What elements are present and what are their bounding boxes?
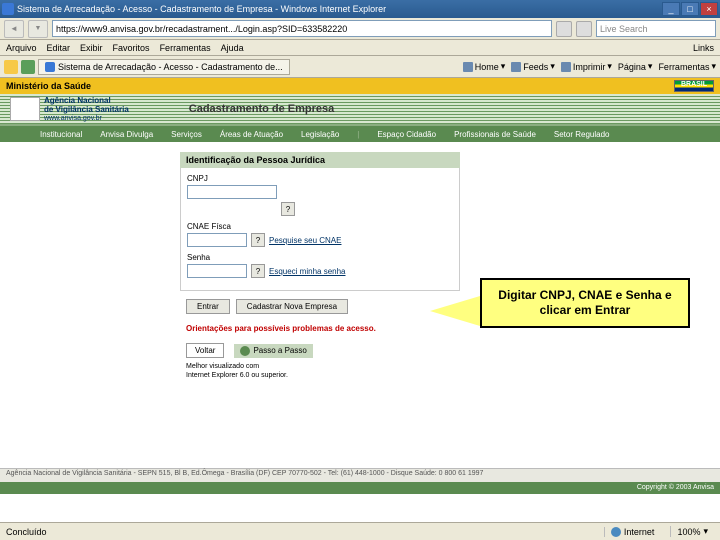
window-title: Sistema de Arrecadação - Acesso - Cadast… <box>17 4 386 14</box>
callout-text: Digitar CNPJ, CNAE e Senha e clicar em E… <box>480 278 690 328</box>
forward-dropdown[interactable] <box>28 20 48 38</box>
login-form: Identificação da Pessoa Jurídica CNPJ ? … <box>180 152 460 380</box>
senha-help-button[interactable]: ? <box>251 264 265 278</box>
arrow-left-icon <box>430 296 480 326</box>
brasil-flag: BRASIL <box>674 80 714 92</box>
address-toolbar: https://www9.anvisa.gov.br/recadastramen… <box>0 18 720 40</box>
site-nav: Institucional Anvisa Divulga Serviços Ár… <box>0 126 720 142</box>
entrar-button[interactable]: Entrar <box>186 299 230 314</box>
nav-legislacao[interactable]: Legislação <box>301 130 339 139</box>
home-icon <box>463 62 473 72</box>
voltar-button[interactable]: Voltar <box>186 343 224 358</box>
nav-areas[interactable]: Áreas de Atuação <box>220 130 283 139</box>
tab-favicon <box>45 62 55 72</box>
cnpj-label: CNPJ <box>187 174 453 183</box>
back-button[interactable] <box>4 20 24 38</box>
ie-icon <box>2 3 14 15</box>
zoom-level[interactable]: 100%▾ <box>670 526 714 537</box>
status-bar: Concluído Internet 100%▾ <box>0 522 720 540</box>
menu-exibir[interactable]: Exibir <box>80 43 103 53</box>
globe-icon <box>611 527 621 537</box>
security-zone: Internet <box>604 527 661 537</box>
close-button[interactable]: × <box>700 2 718 16</box>
access-warning[interactable]: Orientações para possíveis problemas de … <box>186 324 460 333</box>
ministry-header: Ministério da Saúde BRASIL <box>0 78 720 94</box>
nav-cidadao[interactable]: Espaço Cidadão <box>377 130 436 139</box>
page-button[interactable]: Página▾ <box>618 61 653 72</box>
nav-setor[interactable]: Setor Regulado <box>554 130 610 139</box>
tools-button[interactable]: Ferramentas▾ <box>658 61 716 72</box>
cnae-search-link[interactable]: Pesquise seu CNAE <box>269 236 341 245</box>
cnae-label: CNAE Físca <box>187 222 453 231</box>
menu-ajuda[interactable]: Ajuda <box>221 43 244 53</box>
cnae-input[interactable] <box>187 233 247 247</box>
menu-bar: Arquivo Editar Exibir Favoritos Ferramen… <box>0 40 720 56</box>
menu-editar[interactable]: Editar <box>47 43 71 53</box>
senha-input[interactable] <box>187 264 247 278</box>
cnpj-help-button[interactable]: ? <box>281 202 295 216</box>
footer-copyright: Copyright © 2003 Anvisa <box>0 482 720 494</box>
links-label[interactable]: Links <box>693 43 714 53</box>
home-button[interactable]: Home▾ <box>463 61 506 72</box>
browser-tab[interactable]: Sistema de Arrecadação - Acesso - Cadast… <box>38 59 290 75</box>
nav-profissionais[interactable]: Profissionais de Saúde <box>454 130 536 139</box>
print-icon <box>561 62 571 72</box>
tab-bar: Sistema de Arrecadação - Acesso - Cadast… <box>0 56 720 78</box>
maximize-button[interactable]: □ <box>681 2 699 16</box>
page-content: Ministério da Saúde BRASIL Agência Nacio… <box>0 78 720 518</box>
menu-favoritos[interactable]: Favoritos <box>113 43 150 53</box>
forgot-password-link[interactable]: Esqueci minha senha <box>269 267 346 276</box>
cadastrar-button[interactable]: Cadastrar Nova Empresa <box>236 299 348 314</box>
menu-arquivo[interactable]: Arquivo <box>6 43 37 53</box>
step-icon <box>240 346 250 356</box>
add-favorite-icon[interactable] <box>21 60 35 74</box>
menu-ferramentas[interactable]: Ferramentas <box>160 43 211 53</box>
feeds-button[interactable]: Feeds▾ <box>511 61 555 72</box>
passo-a-passo-link[interactable]: Passo a Passo <box>234 344 312 358</box>
minimize-button[interactable]: _ <box>662 2 680 16</box>
favorites-icon[interactable] <box>4 60 18 74</box>
nav-divulga[interactable]: Anvisa Divulga <box>100 130 153 139</box>
print-button[interactable]: Imprimir▾ <box>561 61 612 72</box>
nav-servicos[interactable]: Serviços <box>171 130 202 139</box>
form-section-title: Identificação da Pessoa Jurídica <box>180 152 460 168</box>
senha-label: Senha <box>187 253 453 262</box>
window-titlebar: Sistema de Arrecadação - Acesso - Cadast… <box>0 0 720 18</box>
anvisa-logo-icon <box>10 97 40 121</box>
footer-address: Agência Nacional de Vigilância Sanitária… <box>0 468 720 482</box>
cnae-help-button[interactable]: ? <box>251 233 265 247</box>
cnpj-input[interactable] <box>187 185 277 199</box>
search-input[interactable]: Live Search <box>596 20 716 37</box>
refresh-button[interactable] <box>556 21 572 37</box>
browser-requirement: Melhor visualizado com Internet Explorer… <box>186 362 460 380</box>
stop-button[interactable] <box>576 21 592 37</box>
feeds-icon <box>511 62 521 72</box>
address-input[interactable]: https://www9.anvisa.gov.br/recadastramen… <box>52 20 552 37</box>
instruction-callout: Digitar CNPJ, CNAE e Senha e clicar em E… <box>480 278 690 328</box>
nav-institucional[interactable]: Institucional <box>40 130 82 139</box>
page-title: Cadastramento de Empresa <box>189 103 335 115</box>
agency-banner: Agência Nacional de Vigilância Sanitária… <box>0 94 720 126</box>
status-text: Concluído <box>6 527 47 537</box>
